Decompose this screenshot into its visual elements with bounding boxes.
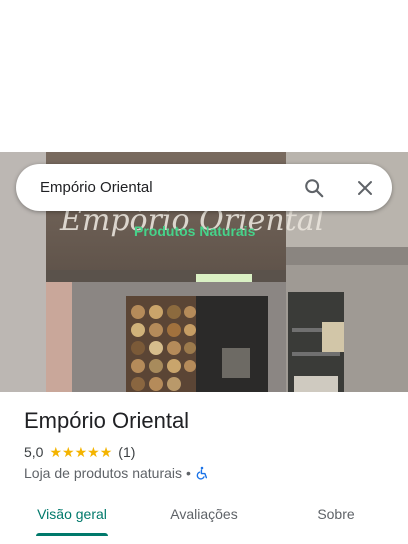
star-icon: ★: [87, 444, 100, 460]
star-icon: ★: [99, 444, 113, 460]
rating-value: 5,0: [24, 444, 44, 460]
star-icon: ★: [62, 444, 75, 460]
star-icon: ★: [49, 444, 63, 460]
star-icon: ★: [74, 444, 88, 460]
search-bar[interactable]: Empório Oriental: [16, 164, 392, 211]
category-row: Loja de produtos naturais •: [24, 465, 209, 481]
review-count[interactable]: (1): [118, 444, 135, 460]
category-separator: •: [186, 465, 191, 481]
sign-subtitle-text: Produtos Naturais: [134, 223, 256, 239]
clear-search-button[interactable]: [349, 172, 381, 204]
active-tab-indicator: [36, 533, 108, 536]
place-title: Empório Oriental: [24, 408, 190, 433]
wheelchair-accessible-icon: [196, 466, 207, 480]
search-button[interactable]: [298, 172, 330, 204]
tab-reviews[interactable]: Avaliações: [152, 496, 256, 532]
place-category: Loja de produtos naturais: [24, 465, 182, 481]
search-icon: [305, 179, 324, 198]
tab-bar: Visão geral Avaliações Sobre: [0, 496, 408, 536]
rating-stars: ★ ★ ★ ★ ★: [49, 445, 112, 459]
search-input[interactable]: Empório Oriental: [40, 164, 153, 211]
tab-overview[interactable]: Visão geral: [20, 496, 124, 532]
tab-about[interactable]: Sobre: [284, 496, 388, 532]
close-icon: [358, 181, 372, 195]
rating-row[interactable]: 5,0 ★ ★ ★ ★ ★ (1): [24, 444, 135, 460]
